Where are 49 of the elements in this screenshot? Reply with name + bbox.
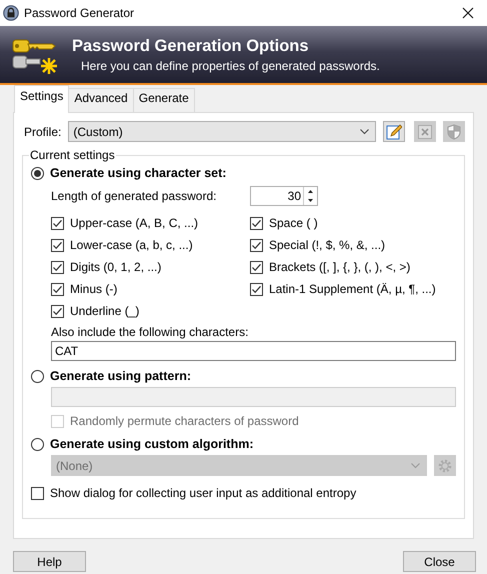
checkbox[interactable] [51,304,64,318]
shield-button[interactable] [443,121,465,142]
pencil-icon [386,124,402,140]
profile-label: Profile: [24,124,62,138]
shield-icon [447,124,461,140]
checkbox[interactable] [51,238,64,252]
dialog-button[interactable]: Help [13,551,86,572]
checkbox-label: Upper-case (A, B, C, ...) [70,216,198,230]
close-icon[interactable] [462,7,474,19]
edit-profile-button[interactable] [383,121,405,142]
mode-label: Generate using pattern: [50,369,191,383]
checkbox-label: Randomly permute characters of password [70,414,299,428]
banner-subtitle: Here you can define properties of generated passwords. [80,58,380,72]
checkbox-label: Minus (-) [70,282,118,296]
checkbox[interactable] [250,216,263,230]
tab[interactable]: Generate [132,88,195,112]
checkbox[interactable] [51,216,64,230]
checkbox-label: Lower-case (a, b, c, ...) [70,238,193,252]
gear-icon [438,458,452,472]
include-field[interactable]: CAT [51,341,456,361]
checkbox-label: Space ( ) [269,216,318,230]
checkbox[interactable] [250,260,263,274]
length-spinner[interactable]: 30 [250,186,318,206]
delete-icon [418,124,432,138]
length-label: Length of generated password: [51,189,218,203]
checkbox[interactable] [51,282,64,296]
checkbox-label: Show dialog for collecting user input as additional entropy [50,486,356,500]
dialog-button[interactable]: Close [403,551,476,572]
banner-title: Password Generation Options [72,36,310,56]
mode-label: Generate using custom algorithm: [50,437,254,451]
window-title: Password Generator [24,6,134,20]
profile-dropdown[interactable]: (Custom) [68,121,376,142]
checkbox[interactable] [250,238,263,252]
checkbox-label: Latin-1 Supplement (Ä, µ, ¶, ...) [269,282,436,296]
lock-icon [3,5,19,21]
include-label: Also include the following characters: [51,325,250,339]
checkbox-label: Underline (_) [70,304,140,318]
checkbox-label: Special (!, $, %, &, ...) [269,238,386,252]
mode-label: Generate using character set: [50,166,226,180]
checkbox-label: Brackets ([, ], {, }, (, ), <, >) [269,260,410,274]
group-title: Current settings [29,148,116,162]
checkbox[interactable] [250,282,263,296]
checkbox[interactable] [31,486,44,500]
checkbox-label: Digits (0, 1, 2, ...) [70,260,162,274]
checkbox[interactable] [51,260,64,274]
radio-button[interactable] [31,166,44,180]
chevron-icon [411,462,420,468]
chevron-icon [360,128,369,134]
tab[interactable]: Settings [14,85,70,113]
